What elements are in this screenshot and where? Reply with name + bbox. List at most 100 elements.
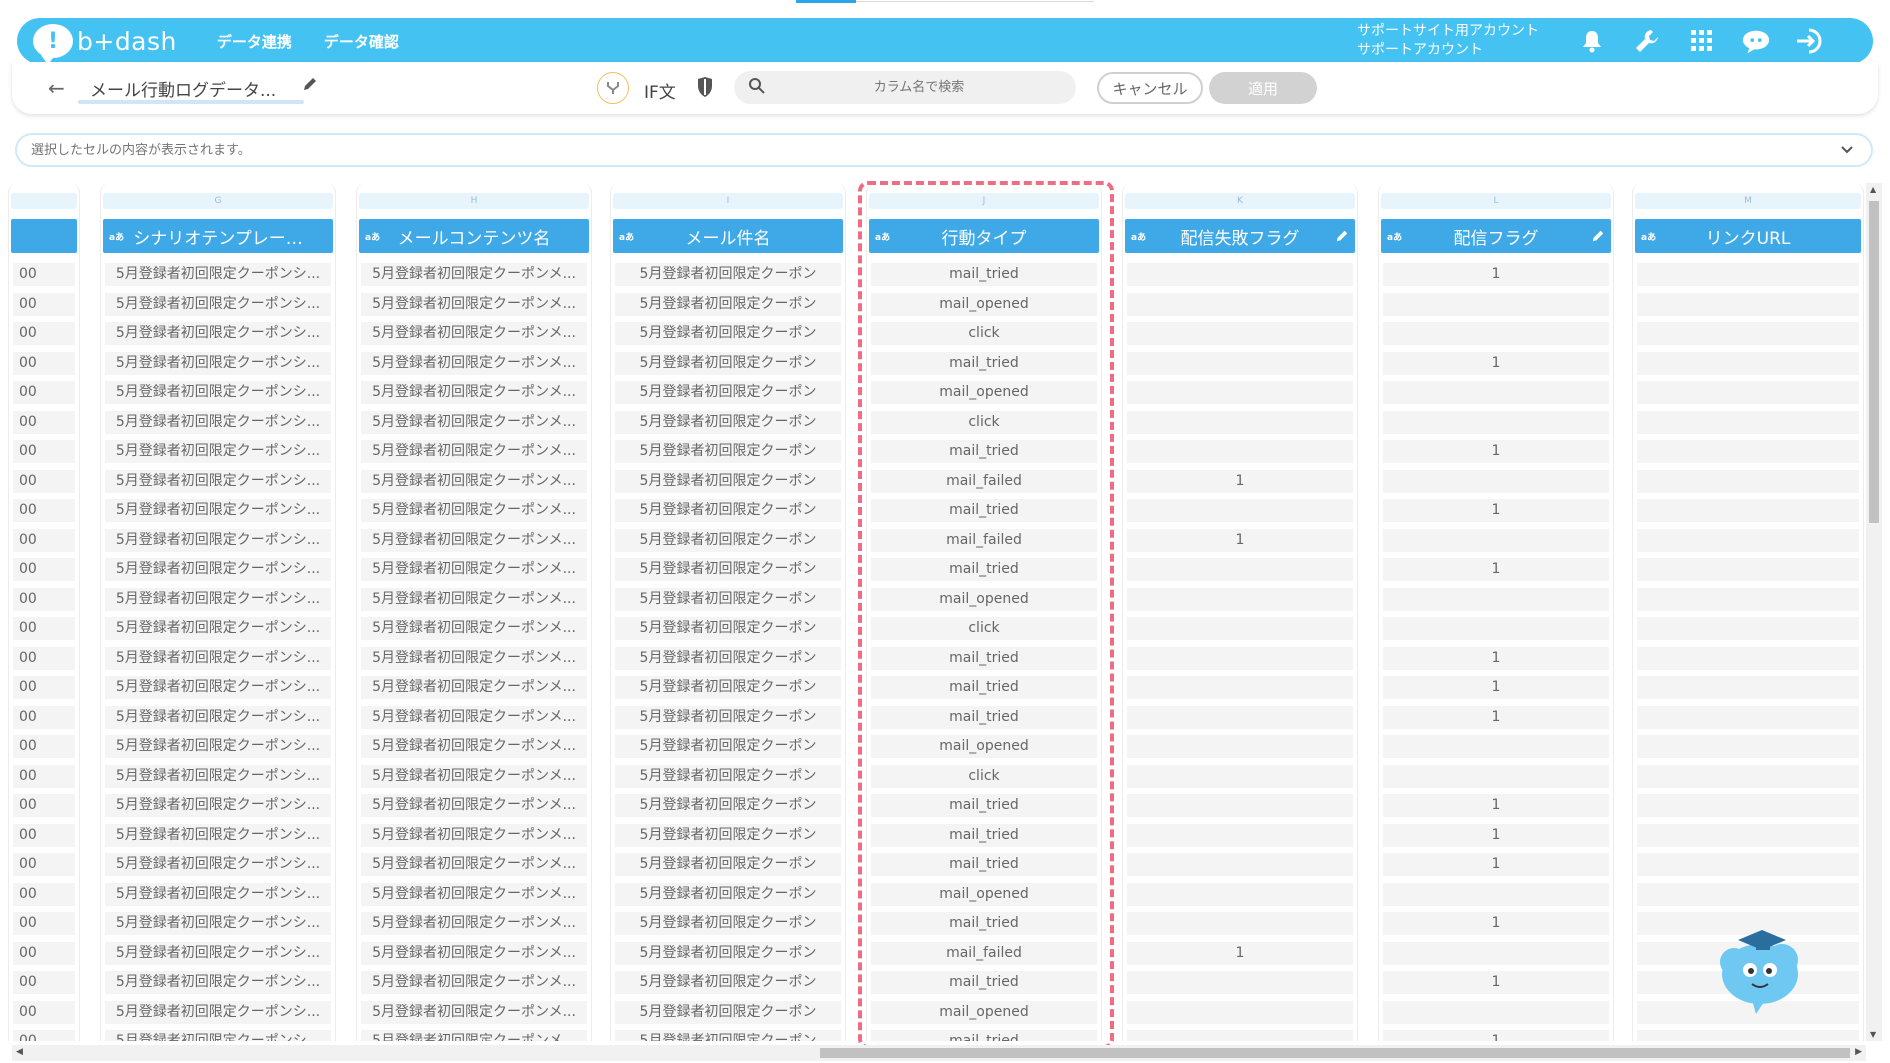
column-letter[interactable] xyxy=(11,193,77,209)
table-cell[interactable]: 5月登録者初回限定クーポン xyxy=(615,971,841,994)
table-cell[interactable] xyxy=(1637,292,1859,316)
table-cell[interactable]: 5月登録者初回限定クーポンシ... xyxy=(105,469,331,493)
table-cell[interactable]: 5月登録者初回限定クーポンシ... xyxy=(105,499,331,522)
logout-icon[interactable] xyxy=(1795,26,1825,56)
column-header[interactable]: aあ 行動タイプ xyxy=(869,219,1099,253)
column-letter[interactable]: H xyxy=(359,193,589,209)
table-cell[interactable]: mail_tried xyxy=(871,646,1097,670)
column-letter[interactable]: M xyxy=(1635,193,1861,209)
chevron-down-icon[interactable] xyxy=(1839,141,1855,161)
table-cell[interactable]: 5月登録者初回限定クーポンメ... xyxy=(361,351,587,375)
table-cell[interactable]: 5月登録者初回限定クーポンメ... xyxy=(361,322,587,345)
table-cell[interactable]: 5月登録者初回限定クーポン xyxy=(615,351,841,375)
table-cell[interactable]: 1 xyxy=(1383,499,1609,522)
table-cell[interactable] xyxy=(1127,558,1353,581)
table-cell[interactable]: 5月登録者初回限定クーポン xyxy=(615,1000,841,1024)
table-cell[interactable]: 5月登録者初回限定クーポン xyxy=(615,764,841,788)
table-cell[interactable]: 00 xyxy=(13,882,75,906)
table-cell[interactable]: 5月登録者初回限定クーポン xyxy=(615,499,841,522)
table-cell[interactable]: 5月登録者初回限定クーポンシ... xyxy=(105,558,331,581)
mascot-assistant-icon[interactable] xyxy=(1712,922,1812,1026)
scroll-up-icon[interactable]: ▲ xyxy=(1870,185,1876,194)
table-cell[interactable]: 5月登録者初回限定クーポンメ... xyxy=(361,440,587,463)
table-cell[interactable]: 1 xyxy=(1383,676,1609,699)
table-cell[interactable] xyxy=(1127,263,1353,286)
table-cell[interactable]: click xyxy=(871,617,1097,640)
table-cell[interactable] xyxy=(1637,528,1859,552)
table-cell[interactable] xyxy=(1637,764,1859,788)
table-cell[interactable]: 5月登録者初回限定クーポンメ... xyxy=(361,410,587,434)
table-cell[interactable]: 00 xyxy=(13,499,75,522)
table-cell[interactable]: 5月登録者初回限定クーポン xyxy=(615,381,841,404)
table-cell[interactable]: 5月登録者初回限定クーポンシ... xyxy=(105,853,331,876)
table-cell[interactable] xyxy=(1127,823,1353,847)
table-cell[interactable] xyxy=(1383,322,1609,345)
table-cell[interactable]: 00 xyxy=(13,587,75,611)
table-cell[interactable]: 5月登録者初回限定クーポンシ... xyxy=(105,823,331,847)
column-header[interactable]: aあ リンクURL xyxy=(1635,219,1861,253)
table-cell[interactable]: 5月登録者初回限定クーポンシ... xyxy=(105,971,331,994)
column-header[interactable]: aあ 配信フラグ xyxy=(1381,219,1611,253)
table-cell[interactable]: 5月登録者初回限定クーポンシ... xyxy=(105,646,331,670)
table-cell[interactable]: mail_opened xyxy=(871,1000,1097,1024)
table-cell[interactable]: 5月登録者初回限定クーポンシ... xyxy=(105,440,331,463)
table-cell[interactable] xyxy=(1127,499,1353,522)
column-header[interactable] xyxy=(11,219,77,253)
table-cell[interactable]: 5月登録者初回限定クーポンシ... xyxy=(105,882,331,906)
table-cell[interactable]: 00 xyxy=(13,528,75,552)
table-cell[interactable]: 5月登録者初回限定クーポンメ... xyxy=(361,1000,587,1024)
table-cell[interactable] xyxy=(1637,646,1859,670)
table-cell[interactable]: 5月登録者初回限定クーポン xyxy=(615,469,841,493)
table-cell[interactable] xyxy=(1637,794,1859,817)
table-cell[interactable]: 00 xyxy=(13,853,75,876)
if-statement-button[interactable]: IF文 xyxy=(644,78,676,103)
table-cell[interactable]: mail_opened xyxy=(871,381,1097,404)
table-cell[interactable]: mail_failed xyxy=(871,469,1097,493)
table-cell[interactable]: 5月登録者初回限定クーポンメ... xyxy=(361,292,587,316)
table-cell[interactable]: 1 xyxy=(1383,912,1609,935)
table-cell[interactable]: 00 xyxy=(13,410,75,434)
table-cell[interactable]: 5月登録者初回限定クーポンメ... xyxy=(361,499,587,522)
table-cell[interactable]: click xyxy=(871,764,1097,788)
table-cell[interactable] xyxy=(1383,410,1609,434)
table-cell[interactable]: 5月登録者初回限定クーポンメ... xyxy=(361,882,587,906)
pencil-icon[interactable] xyxy=(1335,228,1349,248)
table-cell[interactable]: 5月登録者初回限定クーポン xyxy=(615,676,841,699)
table-cell[interactable] xyxy=(1383,1000,1609,1024)
table-cell[interactable]: 5月登録者初回限定クーポン xyxy=(615,410,841,434)
table-cell[interactable]: 5月登録者初回限定クーポンメ... xyxy=(361,941,587,965)
shield-icon[interactable] xyxy=(696,76,714,102)
table-cell[interactable]: 5月登録者初回限定クーポンシ... xyxy=(105,794,331,817)
table-cell[interactable]: 00 xyxy=(13,263,75,286)
table-cell[interactable]: 00 xyxy=(13,292,75,316)
table-cell[interactable]: mail_tried xyxy=(871,912,1097,935)
pencil-icon[interactable] xyxy=(302,76,318,96)
column-header[interactable]: aあ メール件名 xyxy=(613,219,843,253)
table-cell[interactable]: mail_tried xyxy=(871,676,1097,699)
table-cell[interactable] xyxy=(1637,440,1859,463)
table-cell[interactable]: mail_tried xyxy=(871,558,1097,581)
nav-data-integration[interactable]: データ連携 xyxy=(217,31,292,52)
table-cell[interactable]: 1 xyxy=(1383,646,1609,670)
table-cell[interactable]: 5月登録者初回限定クーポン xyxy=(615,735,841,758)
table-cell[interactable]: 1 xyxy=(1383,440,1609,463)
scroll-down-icon[interactable]: ▼ xyxy=(1870,1030,1876,1039)
table-cell[interactable]: 5月登録者初回限定クーポンメ... xyxy=(361,912,587,935)
table-cell[interactable]: 5月登録者初回限定クーポンシ... xyxy=(105,587,331,611)
vertical-scrollbar[interactable]: ▲ ▼ xyxy=(1866,183,1882,1041)
table-cell[interactable]: mail_tried xyxy=(871,823,1097,847)
table-cell[interactable]: 00 xyxy=(13,469,75,493)
table-cell[interactable] xyxy=(1637,410,1859,434)
table-cell[interactable]: 1 xyxy=(1127,941,1353,965)
table-cell[interactable] xyxy=(1383,381,1609,404)
cell-content-bar[interactable] xyxy=(15,133,1873,167)
table-cell[interactable] xyxy=(1127,853,1353,876)
table-cell[interactable]: 5月登録者初回限定クーポンメ... xyxy=(361,794,587,817)
table-cell[interactable] xyxy=(1637,322,1859,345)
account-info[interactable]: サポートサイト用アカウント サポートアカウント xyxy=(1357,22,1539,60)
table-cell[interactable] xyxy=(1127,676,1353,699)
table-cell[interactable]: 5月登録者初回限定クーポン xyxy=(615,587,841,611)
table-cell[interactable]: 1 xyxy=(1383,971,1609,994)
table-cell[interactable]: 5月登録者初回限定クーポン xyxy=(615,558,841,581)
table-cell[interactable]: 00 xyxy=(13,617,75,640)
